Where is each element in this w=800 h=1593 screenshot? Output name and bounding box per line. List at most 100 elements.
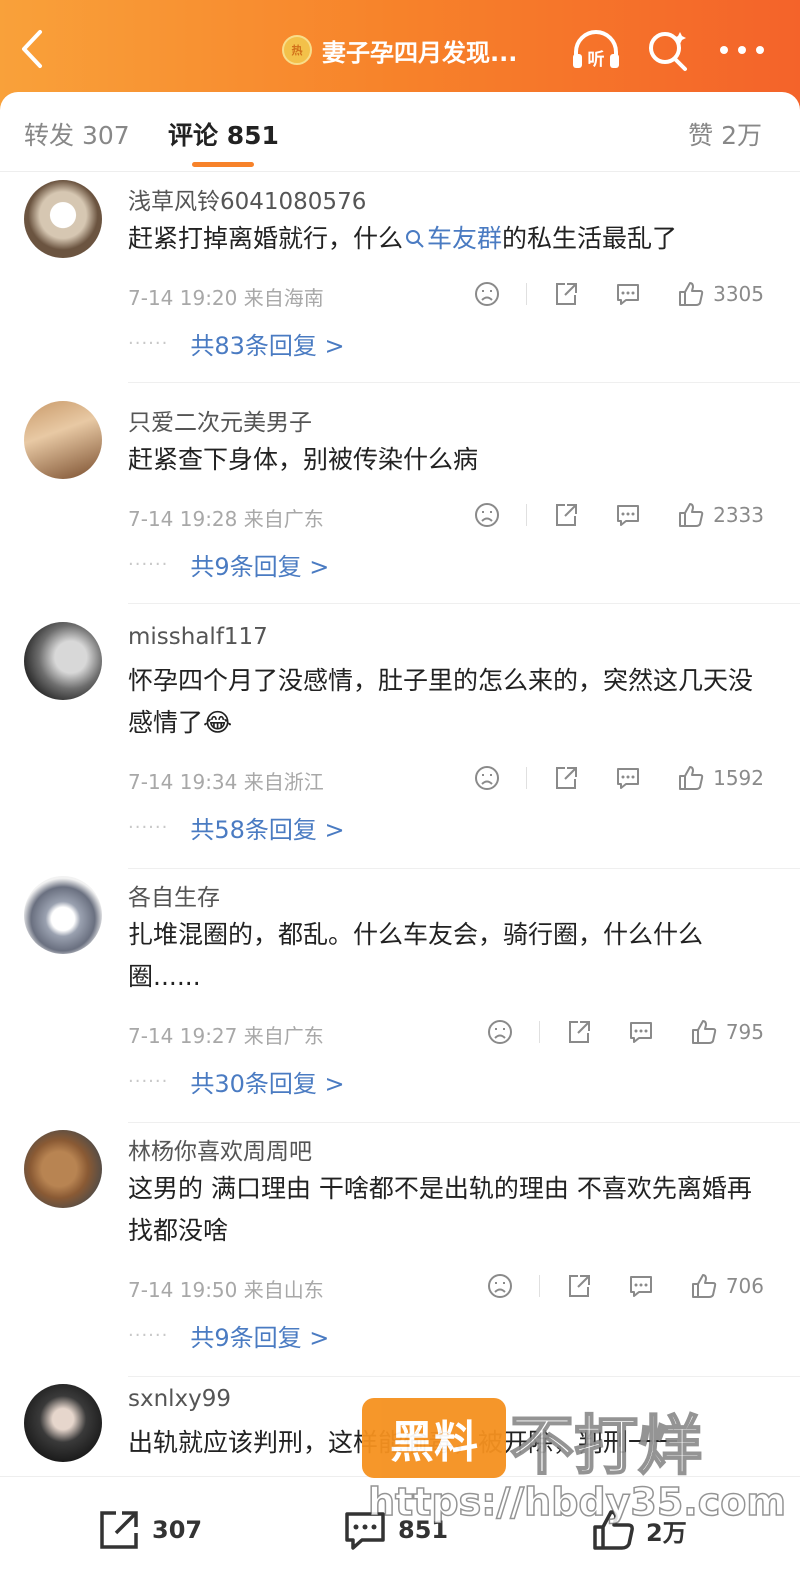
replies-link[interactable]: ······ 共30条回复 > — [128, 1064, 345, 1099]
comment-username[interactable]: misshalf117 — [128, 624, 268, 650]
divider — [128, 1122, 800, 1123]
comment-username[interactable]: 各自生存 — [128, 878, 220, 912]
comment-location: 来自广东 — [243, 507, 324, 531]
comment-text-part: 赶紧打掉离婚就行，什么 — [128, 224, 404, 253]
avatar[interactable] — [24, 1384, 102, 1462]
share-button[interactable] — [553, 281, 579, 307]
like-count: 3305 — [713, 282, 764, 306]
repost-button[interactable]: 307 — [96, 1507, 202, 1553]
share-button[interactable] — [553, 765, 579, 791]
replies-link[interactable]: ······ 共9条回复 > — [128, 547, 329, 582]
comment-item: 林杨你喜欢周周吧 这男的 满口理由 干啥都不是出轨的理由 不喜欢先离婚再找都没啥… — [0, 1126, 800, 1380]
comment-actions: 2333 — [474, 499, 764, 531]
comment-time: 7-14 19:34 — [128, 770, 238, 794]
divider-dots: ······ — [128, 333, 169, 354]
frown-face-icon — [475, 503, 500, 527]
share-icon — [568, 1275, 590, 1297]
reply-button[interactable] — [628, 1019, 654, 1045]
comment-item: 只爱二次元美男子 赶紧查下身体，别被传染什么病 7-14 19:28 来自广东 … — [0, 397, 800, 607]
thumbs-up-icon — [679, 282, 704, 306]
comment-time: 7-14 19:27 — [128, 1024, 238, 1048]
divider-dots: ······ — [128, 1071, 169, 1092]
more-dots-icon — [720, 46, 764, 54]
comment-item: misshalf117 怀孕四个月了没感情，肚子里的怎么来的，突然这几天没感情了… — [0, 618, 800, 872]
avatar[interactable] — [24, 622, 102, 700]
comment-text: 怀孕四个月了没感情，肚子里的怎么来的，突然这几天没感情了😂 — [128, 660, 768, 744]
comment-location: 来自浙江 — [243, 770, 324, 794]
dislike-button[interactable] — [474, 281, 500, 307]
reply-button[interactable] — [628, 1273, 654, 1299]
comment-text: 这男的 满口理由 干啥都不是出轨的理由 不喜欢先离婚再找都没啥 — [128, 1174, 752, 1245]
tab-comments[interactable]: 评论 851 — [168, 116, 279, 152]
divider — [128, 382, 800, 383]
back-button[interactable] — [14, 26, 54, 72]
like-count: 1592 — [713, 766, 764, 790]
replies-count: 共9条回复 > — [190, 553, 330, 581]
divider — [128, 1376, 800, 1377]
replies-link[interactable]: ······ 共9条回复 > — [128, 1318, 329, 1353]
share-button[interactable] — [566, 1273, 592, 1299]
divider — [538, 1275, 540, 1297]
comments-panel: 转发 307 评论 851 赞 2万 浅草风铃6041080576 赶紧打掉离婚… — [0, 92, 800, 1476]
comment-bubble-icon — [617, 284, 640, 305]
share-button[interactable] — [553, 502, 579, 528]
comment-username[interactable]: 浅草风铃6041080576 — [128, 182, 366, 216]
thumbs-up-icon — [691, 1020, 717, 1044]
thumbs-up-icon — [679, 766, 704, 790]
like-button[interactable]: 2333 — [677, 501, 764, 529]
tab-reposts[interactable]: 转发 307 — [24, 116, 130, 152]
avatar[interactable] — [24, 180, 102, 258]
like-button[interactable]: 3305 — [677, 280, 764, 308]
watermark-badge: 黑料 — [362, 1398, 506, 1478]
comment-actions: 706 — [487, 1270, 764, 1302]
comment-actions: 795 — [487, 1016, 764, 1048]
like-button[interactable]: 1592 — [677, 764, 764, 792]
avatar[interactable] — [24, 401, 102, 479]
page-title[interactable]: 热 妻子孕四月发现... — [282, 28, 517, 72]
like-button[interactable]: 795 — [690, 1018, 764, 1046]
thumbs-up-icon — [679, 503, 704, 527]
replies-count: 共58条回复 > — [190, 816, 345, 844]
listen-button[interactable]: 听 — [570, 28, 622, 72]
share-icon — [100, 1511, 138, 1549]
avatar[interactable] — [24, 876, 102, 954]
comment-username[interactable]: 只爱二次元美男子 — [128, 403, 312, 437]
comment-username[interactable]: 林杨你喜欢周周吧 — [128, 1132, 312, 1166]
divider-dots: ······ — [128, 1325, 169, 1346]
comment-text: 赶紧打掉离婚就行，什么 车友群的私生活最乱了 — [128, 218, 768, 260]
share-button[interactable] — [566, 1019, 592, 1045]
comment-bubble-icon — [617, 768, 640, 789]
avatar[interactable] — [24, 1130, 102, 1208]
comment-location: 来自广东 — [243, 1024, 324, 1048]
divider — [538, 1021, 540, 1043]
divider-dots: ······ — [128, 817, 169, 838]
like-button[interactable]: 706 — [690, 1272, 764, 1300]
comment-actions: 1592 — [474, 762, 764, 794]
comment-username[interactable]: sxnlxy99 — [128, 1386, 231, 1412]
dislike-button[interactable] — [487, 1273, 513, 1299]
comment-bubble-icon — [629, 1276, 652, 1297]
comment-bubble-icon — [629, 1022, 652, 1043]
tab-likes[interactable]: 赞 2万 — [688, 116, 762, 152]
divider — [128, 868, 800, 869]
laughing-emoji-icon: 😂 — [203, 708, 233, 737]
search-button[interactable] — [646, 28, 690, 72]
comment-actions: 3305 — [474, 278, 764, 310]
replies-link[interactable]: ······ 共58条回复 > — [128, 810, 345, 845]
reply-button[interactable] — [615, 281, 641, 307]
listen-label: 听 — [588, 49, 605, 70]
divider — [526, 283, 528, 305]
reply-button[interactable] — [615, 502, 641, 528]
topic-link[interactable]: 车友群 — [403, 224, 502, 253]
post-title: 妻子孕四月发现... — [322, 38, 518, 67]
topic-text: 车友群 — [427, 224, 503, 253]
share-icon — [556, 283, 578, 305]
dislike-button[interactable] — [474, 502, 500, 528]
dislike-button[interactable] — [487, 1019, 513, 1045]
reply-button[interactable] — [615, 765, 641, 791]
replies-link[interactable]: ······ 共83条回复 > — [128, 326, 345, 361]
more-button[interactable] — [716, 28, 768, 72]
comment-location: 来自山东 — [243, 1278, 324, 1302]
divider — [526, 767, 528, 789]
dislike-button[interactable] — [474, 765, 500, 791]
